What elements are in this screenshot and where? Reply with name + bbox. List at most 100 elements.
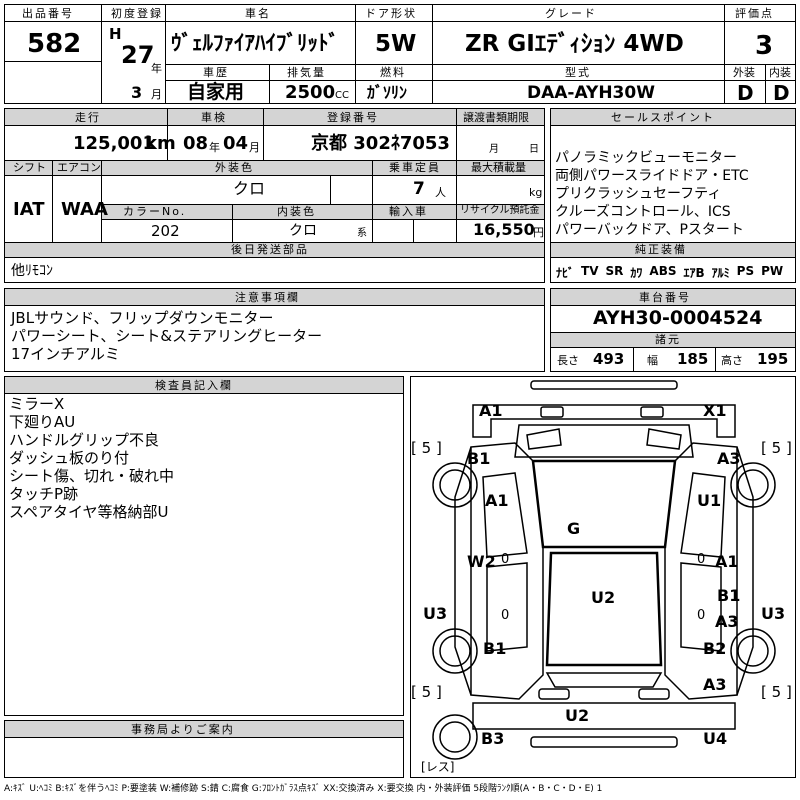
model-name: ｳﾞｪﾙﾌｧｲｱﾊｲﾌﾞﾘｯﾄﾞ	[171, 31, 339, 55]
damage-mark: A3	[717, 449, 741, 468]
door-type: 5W	[375, 31, 417, 57]
sales-item: 両側パワースライドドア・ETC	[555, 168, 749, 184]
damage-mark: U4	[703, 729, 728, 748]
sales-points: パノラミックビューモニター 両側パワースライドドア・ETC プリクラッシュセーフ…	[555, 149, 749, 239]
tire-depth-value: 5	[771, 439, 782, 457]
interior-grade: D	[773, 81, 790, 104]
fuel: ｶﾞｿﾘﾝ	[367, 83, 408, 102]
damage-mark: U2	[565, 706, 590, 725]
door-label: ドア形状	[365, 7, 417, 20]
model-code-label: 型式	[565, 66, 591, 79]
damage-mark: B1	[467, 449, 491, 468]
sales-item: クルーズコントロール、ICS	[555, 204, 731, 220]
damage-mark: G	[567, 519, 581, 538]
equipment-item: ｱﾙﾐ	[711, 266, 730, 280]
first-reg-label: 初度登録	[111, 7, 163, 20]
mileage: 125,001	[73, 133, 155, 154]
damage-mark: A1	[485, 491, 509, 510]
history-label: 車歴	[203, 66, 229, 79]
inspection-month: 04	[223, 133, 249, 154]
load-label: 最大積載量	[471, 161, 526, 174]
tire-depth-value: 5	[771, 683, 782, 701]
later-parts-label: 後日発送部品	[231, 243, 309, 256]
zero-mark: 0	[697, 608, 706, 623]
height: 195	[757, 350, 789, 368]
damage-mark: A1	[715, 552, 739, 571]
tire-depth-rear-right: [ 5 ]	[761, 683, 792, 701]
displacement-label: 排気量	[287, 66, 326, 79]
tire-depth-value: 5	[421, 683, 432, 701]
grade: ZR GIｴﾃﾞｨｼｮﾝ 4WD	[465, 31, 684, 57]
inspector-lines: ミラーX 下廻りAU ハンドルグリップ不良 ダッシュ板のり付 シート傷、切れ・破…	[9, 395, 174, 521]
notes-lines: JBLサウンド、フリップダウンモニター パワーシート、シート&ステアリングヒータ…	[11, 309, 322, 363]
inspector-line: ミラーX	[9, 395, 65, 413]
damage-mark: A1	[479, 401, 503, 420]
chassis-label: 車台番号	[639, 291, 691, 304]
chassis-box: 車台番号 AYH30-0004524 諸元 長さ 493 幅 185 高さ 19…	[550, 288, 796, 372]
ext-color-label: 外装色	[215, 161, 254, 174]
office-box: 事務局よりご案内	[4, 720, 404, 778]
transfer-label: 譲渡書類期限	[463, 111, 529, 124]
recycle-unit: 円	[533, 226, 544, 239]
inspector-line: タッチP跡	[9, 485, 79, 503]
spare-value: レス	[425, 760, 450, 774]
zero-mark: 0	[697, 552, 706, 567]
damage-mark: B3	[481, 729, 505, 748]
car-outline	[432, 380, 776, 760]
width-label: 幅	[647, 354, 658, 367]
inspector-line: ハンドルグリップ不良	[9, 431, 160, 449]
equipment-item: ﾅﾋﾞ	[556, 266, 575, 280]
equipment-label: 純正装備	[635, 243, 687, 256]
damage-mark: B2	[703, 639, 727, 658]
fuel-label: 燃料	[380, 66, 406, 79]
equipment-item: PW	[761, 264, 784, 278]
zero-mark: 0	[501, 608, 510, 623]
sales-box: セールスポイント パノラミックビューモニター 両側パワースライドドア・ETC プ…	[550, 108, 796, 283]
shift: IAT	[13, 199, 45, 220]
reg-year: 27	[121, 41, 155, 69]
width: 185	[677, 350, 709, 368]
damage-mark: A3	[703, 675, 727, 694]
equipment-item: ｴｱB	[683, 266, 705, 280]
chassis-number: AYH30-0004524	[593, 307, 763, 329]
damage-mark: W2	[467, 552, 496, 571]
inspector-line: スペアタイヤ等格納部U	[9, 503, 169, 521]
damage-mark: X1	[703, 401, 727, 420]
mileage-label: 走行	[75, 111, 101, 124]
inspection-year: 08	[183, 133, 209, 154]
capacity-unit: 人	[435, 186, 446, 199]
tire-depth-value: 5	[421, 439, 432, 457]
header-box: 出品番号 初度登録 車名 ドア形状 グレード 評価点 582 H 27 年 ｳﾞ…	[4, 4, 796, 104]
note-line: JBLサウンド、フリップダウンモニター	[11, 309, 274, 327]
load-unit: kg	[529, 186, 543, 199]
displacement: 2500	[285, 82, 336, 103]
mileage-unit: km	[145, 133, 176, 154]
spec-box: 走行 車検 登録番号 譲渡書類期限 125,001 km 08 年 04 月 京…	[4, 108, 545, 283]
note-line: パワーシート、シート&ステアリングヒーター	[11, 327, 323, 345]
lot-no-label: 出品番号	[22, 7, 74, 20]
inspector-line: シート傷、切れ・破れ中	[9, 467, 175, 485]
transfer-day-unit: 日	[529, 144, 539, 155]
air-conditioner: WAA	[61, 199, 108, 220]
score: 3	[755, 31, 774, 61]
int-color-label: 内装色	[277, 205, 316, 218]
damage-mark: A3	[715, 612, 739, 631]
inspection-year-unit: 年	[209, 141, 220, 154]
zero-mark: 0	[501, 552, 510, 567]
tire-depth-rear-left: [ 5 ]	[411, 683, 442, 701]
recycle-deposit: 16,550	[473, 220, 535, 239]
capacity-label: 乗車定員	[389, 161, 441, 174]
damage-mark: U2	[591, 588, 616, 607]
int-color: クロ	[289, 223, 317, 239]
damage-mark: U1	[697, 491, 722, 510]
month-unit: 月	[151, 88, 162, 101]
model-label: 車名	[245, 7, 271, 20]
notes-label: 注意事項欄	[235, 291, 300, 304]
car-diagram: [ 5 ] [ 5 ] [ 5 ] [ 5 ] [レス] 0 0 0 0 A1 …	[410, 376, 796, 778]
later-parts: 他ﾘﾓｺﾝ	[11, 263, 53, 279]
inspection-label: 車検	[201, 111, 227, 124]
inspection-month-unit: 月	[249, 141, 260, 154]
dims-label: 諸元	[655, 333, 681, 346]
ext-color: クロ	[233, 179, 266, 198]
displacement-unit: CC	[335, 90, 349, 101]
